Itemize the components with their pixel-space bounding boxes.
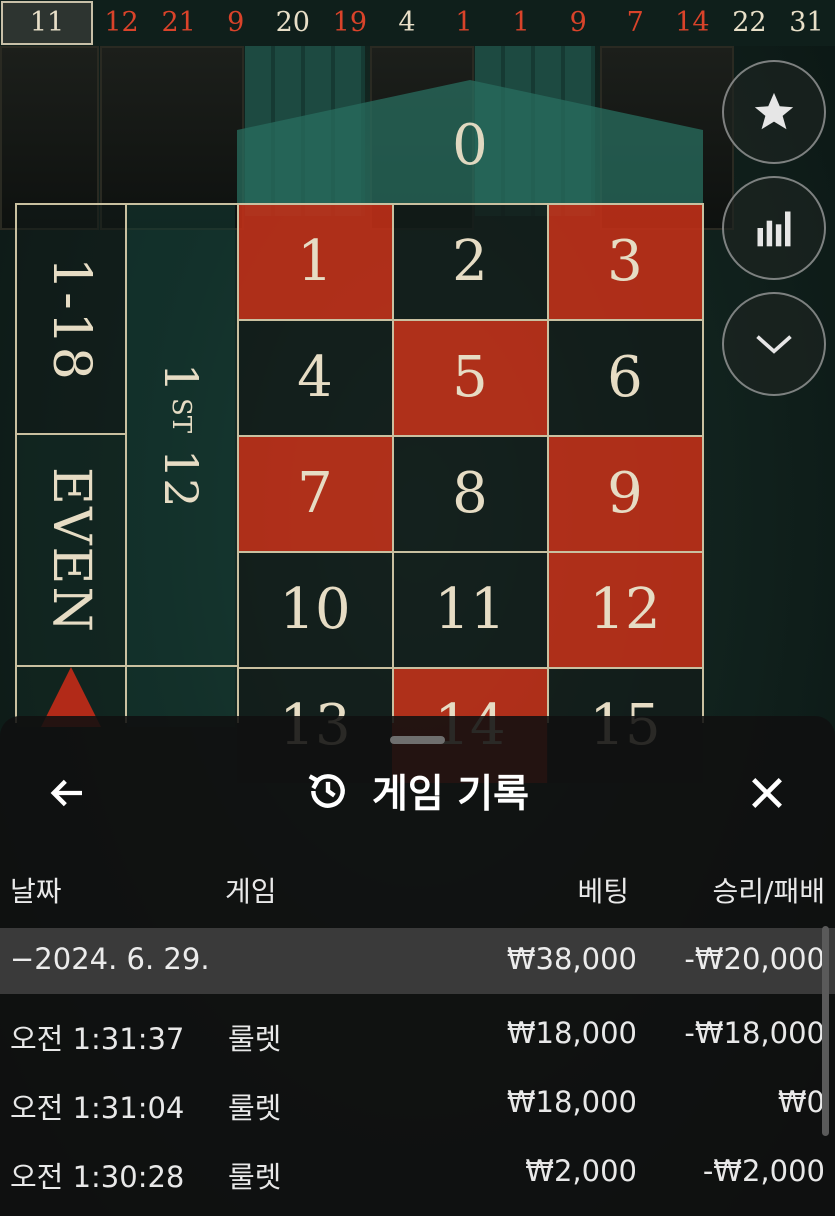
grid-line: [392, 203, 394, 723]
grid-line: [237, 435, 704, 437]
favorites-button[interactable]: [722, 60, 826, 164]
close-button[interactable]: [742, 768, 792, 818]
history-row[interactable]: 오전 1:31:37 룰렛 ₩18,000 -₩18,000: [0, 1002, 835, 1068]
collapse-button[interactable]: [722, 292, 826, 396]
sheet-title-group: 게임 기록: [0, 756, 835, 826]
row-time: 오전 1:30:28: [10, 1160, 185, 1194]
row-game: 룰렛: [228, 1160, 282, 1194]
zero-label: 0: [452, 112, 488, 178]
column-result: 승리/패배: [712, 875, 825, 908]
close-icon: [752, 778, 782, 808]
grid-line: [702, 203, 704, 723]
number-cell[interactable]: 12: [547, 551, 703, 667]
grid-line: [15, 665, 237, 667]
grid-line: [547, 203, 549, 723]
sheet-title: 게임 기록: [371, 772, 530, 817]
recent-results-strip: 11 12 21 9 20 19 4 1 1 9 7 14 22 31: [0, 0, 835, 47]
date-group-bet: ₩38,000: [506, 942, 637, 976]
chevron-down-icon: [756, 335, 792, 354]
sheet-header: 게임 기록: [0, 756, 835, 826]
dozen-number: 1: [154, 362, 208, 392]
date-group-date: −2024. 6. 29.: [10, 942, 210, 976]
history-result: 31: [789, 7, 824, 38]
number-cell[interactable]: 5: [392, 319, 548, 435]
number-cell[interactable]: 9: [547, 435, 703, 551]
bet-1st-dozen[interactable]: 1 ST 12: [127, 205, 235, 665]
row-game: 룰렛: [228, 1091, 282, 1125]
bet-1-18[interactable]: 1-18: [17, 205, 125, 433]
row-game: 룰렛: [228, 1022, 282, 1056]
history-result: 20: [275, 7, 310, 38]
row-result: -₩2,000: [702, 1154, 825, 1188]
column-game: 게임: [225, 875, 277, 908]
grid-line: [125, 203, 127, 723]
history-result: 19: [332, 7, 368, 38]
history-row[interactable]: 오전 1:30:28 룰렛 ₩2,000 -₩2,000: [0, 1140, 835, 1206]
date-group-result: -₩20,000: [684, 942, 825, 976]
latest-result: 11: [1, 1, 93, 45]
number-cell[interactable]: 1: [237, 203, 393, 319]
grid-line: [237, 203, 704, 205]
number-cell[interactable]: 11: [392, 551, 548, 667]
history-icon: [308, 774, 345, 808]
number-cell[interactable]: 3: [547, 203, 703, 319]
row-time: 오전 1:31:04: [10, 1091, 185, 1125]
history-result: 1: [512, 7, 530, 38]
star-icon: [754, 92, 794, 130]
bet-even-label: EVEN: [41, 466, 101, 634]
grid-line: [237, 203, 239, 723]
row-result: -₩18,000: [684, 1016, 825, 1050]
bet-1st-dozen-label: 1 ST 12: [154, 363, 208, 508]
history-result: 9: [569, 7, 587, 38]
row-bet: ₩18,000: [506, 1085, 637, 1119]
bet-even[interactable]: EVEN: [17, 435, 125, 665]
history-result: 14: [675, 7, 710, 38]
date-group-row[interactable]: −2024. 6. 29. ₩38,000 -₩20,000: [0, 928, 835, 994]
number-cell[interactable]: 8: [392, 435, 548, 551]
statistics-button[interactable]: [722, 176, 826, 280]
column-bet: 베팅: [577, 875, 629, 908]
number-cell[interactable]: 7: [237, 435, 393, 551]
grid-line: [15, 203, 17, 723]
history-row[interactable]: 오전 1:31:04 룰렛 ₩18,000 ₩0: [0, 1071, 835, 1137]
number-cell[interactable]: 2: [392, 203, 548, 319]
column-date: 날짜: [10, 875, 62, 908]
bar-chart-icon: [757, 211, 791, 247]
history-result: 4: [398, 7, 416, 38]
row-result: ₩0: [777, 1085, 825, 1119]
grid-line: [237, 551, 704, 553]
grid-line: [15, 433, 127, 435]
history-result: 21: [161, 7, 196, 38]
row-time: 오전 1:31:37: [10, 1022, 185, 1056]
column-headers: 날짜 게임 베팅 승리/패배: [0, 862, 835, 917]
history-result: 12: [104, 7, 139, 38]
arrow-left-icon: [50, 779, 82, 807]
dozen-word: 12: [154, 448, 208, 508]
history-result: 22: [732, 7, 767, 38]
number-cell[interactable]: 4: [237, 319, 393, 435]
back-button[interactable]: [42, 768, 92, 818]
row-bet: ₩18,000: [506, 1016, 637, 1050]
history-result: 9: [227, 7, 245, 38]
bet-1-18-label: 1-18: [41, 256, 101, 382]
history-result: 1: [455, 7, 473, 38]
number-cell[interactable]: 10: [237, 551, 393, 667]
grid-line: [237, 319, 704, 321]
drag-handle[interactable]: [390, 736, 445, 744]
number-cell[interactable]: 6: [547, 319, 703, 435]
scrollbar[interactable]: [822, 926, 829, 1136]
row-bet: ₩2,000: [525, 1154, 637, 1188]
grid-line: [237, 667, 704, 669]
dozen-suffix: ST: [166, 397, 196, 433]
history-result: 7: [626, 7, 644, 38]
